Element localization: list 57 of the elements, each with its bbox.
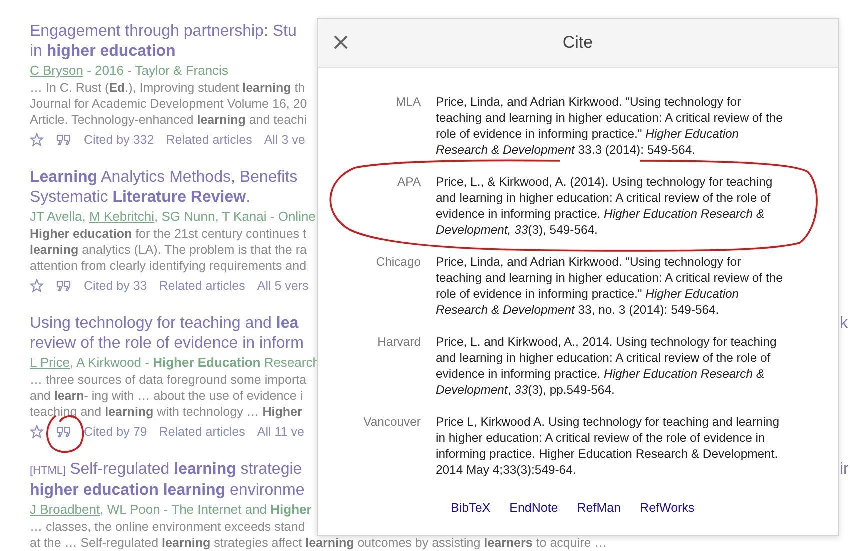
- result-title-link[interactable]: higher education learning environme: [30, 482, 305, 499]
- citation-style-label: Vancouver: [362, 414, 422, 431]
- quote-icon[interactable]: [56, 280, 72, 292]
- author-link[interactable]: L Price: [30, 355, 70, 370]
- result-title-link[interactable]: in higher education: [30, 43, 176, 60]
- dialog-title: Cite: [562, 33, 594, 53]
- citation-style-label: MLA: [394, 94, 422, 111]
- quote-icon[interactable]: [56, 134, 72, 146]
- result-action-link[interactable]: All 3 ve: [264, 133, 306, 147]
- snippet-line: Higher education for the 21st century continues t: [30, 226, 306, 242]
- author-link[interactable]: M Kebritchi: [90, 209, 155, 224]
- result-title-link[interactable]: Learning Analytics Methods, Benefits: [30, 169, 298, 186]
- result-action-link[interactable]: Related articles: [159, 425, 246, 439]
- result-action-link[interactable]: Cited by 332: [84, 133, 154, 147]
- result-title-link[interactable]: k: [840, 314, 848, 334]
- file-type-tag: [HTML]: [30, 465, 66, 477]
- citation-text: Price, L., & Kirkwood, A. (2014). Using technology for teaching and learning in higher education: A critical review of the role of evidence in informing practice. Higher Education Research & Development, 33(3), 549-564.: [436, 174, 774, 238]
- export-link[interactable]: RefMan: [577, 501, 622, 515]
- star-icon[interactable]: [30, 279, 44, 293]
- citation-style-label: Chicago: [375, 254, 422, 271]
- snippet-line: learning analytics (LA). The problem is that the ra: [30, 242, 307, 258]
- result-title-link[interactable]: Self-regulated learning strategie: [70, 461, 302, 478]
- snippet-line: attention from clearly identifying requirements and: [30, 258, 307, 274]
- quote-icon[interactable]: [56, 426, 72, 438]
- result-title-link[interactable]: Engagement through partnership: Stu: [30, 23, 297, 40]
- author-link[interactable]: C Bryson: [30, 63, 84, 78]
- export-link[interactable]: BibTeX: [451, 501, 491, 515]
- author-link[interactable]: J Broadbent: [30, 502, 100, 517]
- result-title-link[interactable]: Using technology for teaching and lea: [30, 315, 299, 332]
- snippet-line: Journal for Academic Development Volume 16, 20: [30, 96, 308, 112]
- export-link[interactable]: RefWorks: [640, 501, 695, 515]
- citation-style-label: Harvard: [376, 334, 422, 351]
- snippet-line: at the … Self-regulated learning strategies affect learning outcomes by assisting learners to acquire …: [30, 535, 608, 551]
- citation-text: Price, Linda, and Adrian Kirkwood. "Using technology for teaching and learning in higher education: A critical review of the role of evidence in informing practice." Higher Education Research & Development 33.3 (2014): 549-564.: [436, 94, 784, 158]
- result-action-link[interactable]: Related articles: [166, 133, 252, 147]
- citation-text: Price L, Kirkwood A. Using technology for teaching and learning in higher education: A critical review of the role of evidence in informing practice. Higher Education Research & Development. 2014 May 4;33(3):549-64.: [436, 414, 780, 478]
- result-title-link[interactable]: ir: [840, 460, 849, 480]
- citation-text: Price, Linda, and Adrian Kirkwood. "Using technology for teaching and learning in higher education: A critical review of the role of evidence in informing practice." Higher Education Research & Development 33, no. 3 (2014): 549-564.: [436, 254, 784, 318]
- citation-style-label: APA: [396, 174, 422, 191]
- export-link[interactable]: EndNote: [510, 501, 558, 515]
- result-action-link[interactable]: Related articles: [159, 279, 246, 293]
- snippet-line: … In C. Rust (Ed.), Improving student learning th: [30, 80, 306, 96]
- citation-text: Price, L. and Kirkwood, A., 2014. Using technology for teaching and learning in higher education: A critical review of the role of evidence in informing practice. Higher Education Research & Development, 33(3), pp.549-564.: [436, 334, 778, 398]
- result-action-link[interactable]: Cited by 79: [84, 425, 148, 439]
- snippet-line: teaching and learning with technology … Higher: [30, 404, 302, 420]
- snippet-line: … three sources of data foreground some importa: [30, 372, 307, 388]
- result-action-link[interactable]: All 5 vers: [257, 279, 309, 293]
- star-icon[interactable]: [30, 425, 44, 439]
- snippet-line: and learn- ing with … about the use of evidence i: [30, 388, 304, 404]
- snippet-line: … classes, the online environment exceeds stand: [30, 519, 306, 535]
- star-icon[interactable]: [30, 133, 44, 147]
- close-button[interactable]: ×: [328, 29, 354, 55]
- result-action-link[interactable]: All 11 ve: [257, 425, 304, 439]
- result-title-link[interactable]: review of the role of evidence in inform: [30, 335, 304, 352]
- snippet-line: Article. Technology-enhanced learning and teachi: [30, 112, 308, 128]
- result-title-link[interactable]: Systematic Literature Review.: [30, 189, 251, 206]
- result-action-link[interactable]: Cited by 33: [84, 279, 148, 293]
